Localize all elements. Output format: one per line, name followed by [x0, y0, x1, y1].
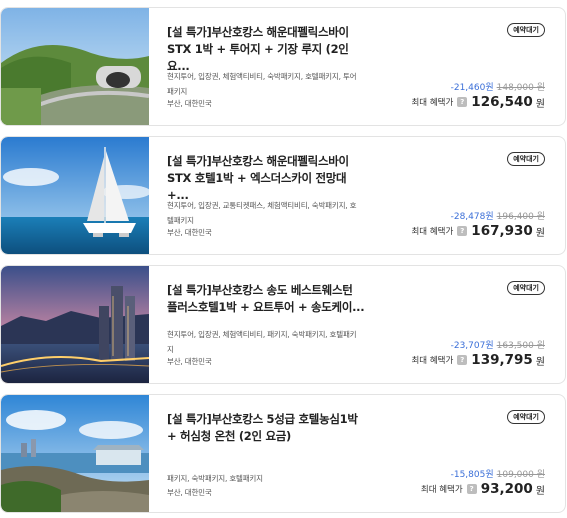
discount-row: -21,460원 148,000 원	[451, 80, 545, 93]
discount-row: -28,478원 196,400 원	[451, 209, 545, 222]
product-location: 부산, 대한민국	[167, 357, 212, 366]
price-row: 최대 혜택가 ? 126,540 원	[411, 94, 545, 110]
price-label: 최대 혜택가	[411, 98, 454, 108]
product-title[interactable]: [설 특가]부산호캉스 해운대펠릭스바이 STX 1박 + 투어지 + 기장 루…	[167, 24, 367, 75]
status-badge: 예약대기	[507, 410, 545, 424]
product-card[interactable]: [설 특가]부산호캉스 송도 베스트웨스턴 플러스호텔1박 + 요트투어 + 송…	[0, 265, 566, 384]
product-location: 부산, 대한민국	[167, 488, 212, 497]
night-city-image[interactable]	[1, 266, 149, 383]
coast-pavilion-image[interactable]	[1, 395, 149, 512]
info-icon[interactable]: ?	[457, 355, 468, 365]
product-title[interactable]: [설 특가]부산호캉스 5성급 호텔농심1박 + 허심청 온천 (2인 요금)	[167, 411, 367, 445]
product-tags: 현지투어, 입장권, 교통티켓패스, 체험액티비티, 숙박패키지, 호텔패키지	[167, 201, 357, 225]
original-price: 109,000 원	[496, 470, 545, 480]
final-price: 93,200	[480, 481, 533, 497]
product-title[interactable]: [설 특가]부산호캉스 송도 베스트웨스턴 플러스호텔1박 + 요트투어 + 송…	[167, 282, 367, 316]
product-card[interactable]: [설 특가]부산호캉스 5성급 호텔농심1박 + 허심청 온천 (2인 요금) …	[0, 394, 566, 513]
product-card[interactable]: [설 특가]부산호캉스 해운대펠릭스바이 STX 1박 + 투어지 + 기장 루…	[0, 7, 566, 126]
info-icon[interactable]: ?	[457, 226, 468, 236]
discount-amount: -21,460원	[450, 83, 494, 93]
discount-amount: -28,478원	[450, 212, 494, 222]
discount-amount: -23,707원	[450, 341, 494, 351]
coastal-tunnel-image[interactable]	[1, 8, 149, 125]
catamaran-image[interactable]	[1, 137, 149, 254]
product-list: [설 특가]부산호캉스 해운대펠릭스바이 STX 1박 + 투어지 + 기장 루…	[0, 0, 567, 518]
final-price: 167,930	[471, 223, 533, 239]
product-tags: 패키지, 숙박패키지, 호텔패키지	[167, 474, 263, 483]
discount-row: -15,805원 109,000 원	[451, 467, 545, 480]
discount-row: -23,707원 163,500 원	[451, 338, 545, 351]
currency-unit: 원	[535, 485, 545, 497]
status-badge: 예약대기	[507, 281, 545, 295]
final-price: 139,795	[471, 352, 533, 368]
discount-amount: -15,805원	[450, 470, 494, 480]
final-price: 126,540	[471, 94, 533, 110]
product-location: 부산, 대한민국	[167, 99, 212, 108]
price-row: 최대 혜택가 ? 93,200 원	[421, 481, 545, 497]
price-label: 최대 혜택가	[420, 485, 463, 495]
original-price: 148,000 원	[496, 83, 545, 93]
info-icon[interactable]: ?	[466, 484, 477, 494]
currency-unit: 원	[535, 227, 545, 239]
product-title[interactable]: [설 특가]부산호캉스 해운대펠릭스바이 STX 호텔1박 + 엑스더스카이 전…	[167, 153, 367, 204]
original-price: 163,500 원	[496, 341, 545, 351]
product-location: 부산, 대한민국	[167, 228, 212, 237]
info-icon[interactable]: ?	[457, 97, 468, 107]
price-label: 최대 혜택가	[411, 227, 454, 237]
currency-unit: 원	[535, 356, 545, 368]
status-badge: 예약대기	[507, 23, 545, 37]
currency-unit: 원	[535, 98, 545, 110]
product-tags: 현지투어, 입장권, 체험액티비티, 패키지, 숙박패키지, 호텔패키지	[167, 330, 357, 354]
price-row: 최대 혜택가 ? 139,795 원	[411, 352, 545, 368]
product-card[interactable]: [설 특가]부산호캉스 해운대펠릭스바이 STX 호텔1박 + 엑스더스카이 전…	[0, 136, 566, 255]
product-tags: 현지투어, 입장권, 체험액티비티, 숙박패키지, 호텔패키지, 투어패키지	[167, 72, 357, 96]
original-price: 196,400 원	[496, 212, 545, 222]
price-label: 최대 혜택가	[411, 356, 454, 366]
status-badge: 예약대기	[507, 152, 545, 166]
price-row: 최대 혜택가 ? 167,930 원	[411, 223, 545, 239]
